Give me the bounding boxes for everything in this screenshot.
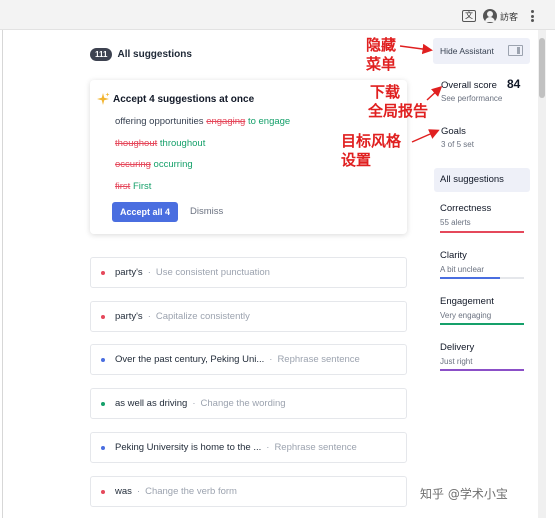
frame-border xyxy=(2,30,3,518)
category-bar-fill xyxy=(440,277,501,279)
category-bar xyxy=(440,369,524,371)
inline-suggestion[interactable]: offering opportunities engaging to engag… xyxy=(115,116,290,127)
suggestion-hint: Change the verb form xyxy=(145,486,237,497)
more-options-icon[interactable] xyxy=(530,10,534,22)
browser-toolbar: 文 訪客 xyxy=(0,0,555,30)
context-text: offering opportunities xyxy=(115,116,207,127)
category-bar-fill xyxy=(440,369,524,371)
annotation-line: 隐藏 xyxy=(366,36,397,54)
category-bar-fill xyxy=(440,231,524,233)
category-status: 55 alerts xyxy=(440,218,471,227)
annotation-line: 目标风格 xyxy=(341,132,402,150)
added-text: occurring xyxy=(150,159,193,170)
accept-all-button[interactable]: Accept all 4 xyxy=(112,202,178,222)
added-text: First xyxy=(130,181,152,192)
goals-label: Goals xyxy=(441,126,466,137)
goals-status: 3 of 5 set xyxy=(441,140,474,149)
arrow-hide-menu xyxy=(399,43,433,55)
tab-all-suggestions[interactable]: All suggestions xyxy=(434,168,530,192)
category-status: Very engaging xyxy=(440,311,492,320)
separator-dot: · xyxy=(136,486,141,497)
added-text: to engage xyxy=(245,116,291,127)
scrollbar-track[interactable] xyxy=(538,30,546,518)
category-name: Engagement xyxy=(440,296,494,307)
hide-assistant-label: Hide Assistant xyxy=(440,46,494,56)
accept-card-title: Accept 4 suggestions at once xyxy=(113,94,255,105)
hide-assistant-button[interactable]: Hide Assistant xyxy=(433,38,530,64)
severity-dot xyxy=(101,445,105,450)
suggestion-text: as well as driving xyxy=(115,398,188,409)
separator-dot: · xyxy=(147,311,151,322)
severity-dot xyxy=(101,270,105,275)
annotation-line: 下载 xyxy=(370,83,401,101)
suggestion-text: was xyxy=(115,486,132,497)
inline-suggestion[interactable]: thoughout throughout xyxy=(115,138,205,149)
suggestion-hint: Use consistent punctuation xyxy=(155,267,270,278)
guest-label: 訪客 xyxy=(500,11,519,22)
annotation-goal-style: 目标风格 设置 xyxy=(341,132,401,170)
severity-dot xyxy=(101,357,105,362)
suggestion-text: party's xyxy=(115,267,143,278)
annotation-line: 菜单 xyxy=(366,55,397,73)
category-bar-fill xyxy=(440,323,524,325)
suggestion-card[interactable]: Over the past century, Peking Uni... · R… xyxy=(90,344,407,375)
suggestion-hint: Rephrase sentence xyxy=(274,442,357,453)
suggestion-card[interactable]: was · Change the verb form xyxy=(90,476,407,507)
separator-dot: · xyxy=(147,267,151,278)
removed-text: first xyxy=(115,181,131,192)
translate-icon[interactable]: 文 xyxy=(462,10,476,22)
category-status: A bit unclear xyxy=(440,265,485,274)
separator-dot: · xyxy=(269,354,273,365)
category-bar xyxy=(440,323,524,325)
removed-text: occuring xyxy=(115,159,151,170)
category-bar xyxy=(440,277,524,279)
category-name: Correctness xyxy=(440,203,492,214)
suggestion-hint: Rephrase sentence xyxy=(277,354,360,365)
category-bar xyxy=(440,231,524,233)
category-name: Clarity xyxy=(440,250,467,261)
separator-dot: · xyxy=(266,442,270,453)
overall-score-value: 84 xyxy=(507,77,521,91)
panel-toggle-icon xyxy=(508,45,523,56)
severity-dot xyxy=(101,401,105,406)
annotation-line: 全局报告 xyxy=(368,102,429,120)
removed-text: thoughout xyxy=(115,138,158,149)
removed-text: engaging xyxy=(206,116,246,127)
suggestion-text: Peking University is home to the ... xyxy=(115,442,262,453)
annotation-line: 设置 xyxy=(341,151,372,169)
see-performance-link[interactable]: See performance xyxy=(441,94,502,103)
suggestion-card[interactable]: as well as driving · Change the wording xyxy=(90,388,407,419)
severity-dot xyxy=(101,489,105,494)
suggestion-hint: Change the wording xyxy=(200,398,286,409)
suggestion-card[interactable]: Peking University is home to the ... · R… xyxy=(90,432,407,463)
annotation-hide-menu: 隐藏 菜单 xyxy=(366,36,396,74)
sparkle-icon xyxy=(97,92,110,105)
dismiss-button[interactable]: Dismiss xyxy=(190,206,223,217)
severity-dot xyxy=(101,314,105,319)
overall-score-label: Overall score xyxy=(441,80,497,91)
inline-suggestion[interactable]: occuring occurring xyxy=(115,159,193,170)
suggestion-card[interactable]: party's · Capitalize consistently xyxy=(90,301,407,332)
annotation-download-report: 下载 全局报告 xyxy=(368,83,429,121)
category-name: Delivery xyxy=(440,342,475,353)
suggestions-header: 111 All suggestions xyxy=(90,48,192,61)
suggestion-hint: Capitalize consistently xyxy=(155,311,250,322)
suggestion-count-badge: 111 xyxy=(90,48,113,61)
separator-dot: · xyxy=(192,398,196,409)
inline-suggestion[interactable]: first First xyxy=(115,181,151,192)
page-title: All suggestions xyxy=(117,49,192,60)
arrow-goals xyxy=(411,129,440,143)
watermark: 知乎 @学术小宝 xyxy=(420,487,508,501)
suggestion-text: Over the past century, Peking Uni... xyxy=(115,354,265,365)
avatar-icon xyxy=(483,9,497,23)
category-status: Just right xyxy=(440,357,473,366)
guest-profile-button[interactable]: 訪客 xyxy=(483,8,518,24)
suggestion-text: party's xyxy=(115,311,143,322)
scrollbar-thumb[interactable] xyxy=(539,38,545,98)
arrow-overall-score xyxy=(426,85,443,101)
added-text: throughout xyxy=(157,138,206,149)
suggestion-card[interactable]: party's · Use consistent punctuation xyxy=(90,257,407,288)
